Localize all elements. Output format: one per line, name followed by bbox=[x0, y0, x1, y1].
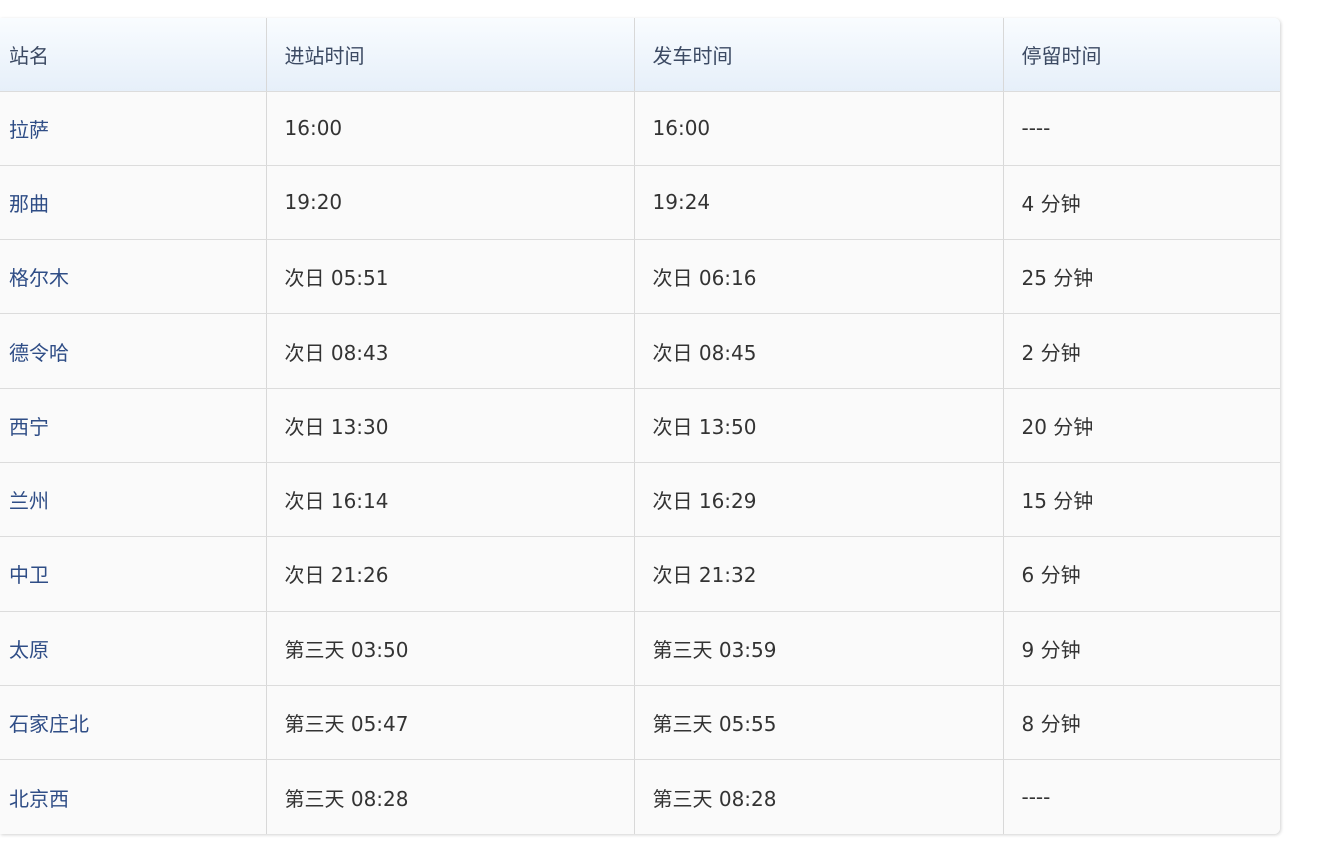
departure-time-cell: 次日 06:16 bbox=[634, 239, 1004, 315]
station-name-link[interactable]: 太原 bbox=[0, 611, 267, 686]
departure-time-cell: 第三天 08:28 bbox=[634, 759, 1004, 834]
stop-duration-cell: 15 分钟 bbox=[1003, 462, 1280, 538]
departure-time-cell: 16:00 bbox=[634, 91, 1004, 166]
station-name-link[interactable]: 那曲 bbox=[0, 165, 267, 241]
station-name-link[interactable]: 德令哈 bbox=[0, 313, 267, 389]
column-header-arrival-time: 进站时间 bbox=[266, 18, 635, 92]
station-name-link[interactable]: 北京西 bbox=[0, 759, 267, 834]
stop-duration-cell: 20 分钟 bbox=[1003, 388, 1280, 463]
arrival-time-cell: 次日 05:51 bbox=[266, 239, 635, 315]
table-row: 拉萨 16:00 16:00 ---- bbox=[0, 91, 1280, 166]
arrival-time-cell: 次日 13:30 bbox=[266, 388, 635, 463]
station-name-link[interactable]: 中卫 bbox=[0, 536, 267, 612]
train-schedule-table-container: 站名 进站时间 发车时间 停留时间 拉萨 16:00 16:00 ---- 那曲… bbox=[0, 18, 1280, 834]
departure-time-cell: 第三天 05:55 bbox=[634, 685, 1004, 761]
stop-duration-cell: 9 分钟 bbox=[1003, 611, 1280, 686]
departure-time-cell: 19:24 bbox=[634, 165, 1004, 241]
table-row: 德令哈 次日 08:43 次日 08:45 2 分钟 bbox=[0, 313, 1280, 389]
stop-duration-cell: 4 分钟 bbox=[1003, 165, 1280, 241]
column-header-stop-duration: 停留时间 bbox=[1003, 18, 1280, 92]
departure-time-cell: 次日 21:32 bbox=[634, 536, 1004, 612]
table-body: 拉萨 16:00 16:00 ---- 那曲 19:20 19:24 4 分钟 … bbox=[0, 91, 1280, 834]
departure-time-cell: 次日 16:29 bbox=[634, 462, 1004, 538]
table-row: 太原 第三天 03:50 第三天 03:59 9 分钟 bbox=[0, 611, 1280, 686]
table-row: 那曲 19:20 19:24 4 分钟 bbox=[0, 165, 1280, 241]
arrival-time-cell: 第三天 03:50 bbox=[266, 611, 635, 686]
departure-time-cell: 次日 08:45 bbox=[634, 313, 1004, 389]
table-row: 石家庄北 第三天 05:47 第三天 05:55 8 分钟 bbox=[0, 685, 1280, 761]
table-row: 北京西 第三天 08:28 第三天 08:28 ---- bbox=[0, 759, 1280, 834]
stop-duration-cell: 25 分钟 bbox=[1003, 239, 1280, 315]
table-header-row: 站名 进站时间 发车时间 停留时间 bbox=[0, 18, 1280, 92]
station-name-link[interactable]: 格尔木 bbox=[0, 239, 267, 315]
train-schedule-table: 站名 进站时间 发车时间 停留时间 拉萨 16:00 16:00 ---- 那曲… bbox=[0, 18, 1280, 834]
departure-time-cell: 第三天 03:59 bbox=[634, 611, 1004, 686]
table-row: 格尔木 次日 05:51 次日 06:16 25 分钟 bbox=[0, 239, 1280, 315]
arrival-time-cell: 16:00 bbox=[266, 91, 635, 166]
stop-duration-cell: ---- bbox=[1021, 785, 1051, 810]
station-name-link[interactable]: 石家庄北 bbox=[0, 685, 267, 761]
table-row: 中卫 次日 21:26 次日 21:32 6 分钟 bbox=[0, 536, 1280, 612]
station-name-link[interactable]: 拉萨 bbox=[0, 91, 267, 166]
column-header-station: 站名 bbox=[0, 18, 267, 92]
arrival-time-cell: 第三天 08:28 bbox=[266, 759, 635, 834]
stop-duration-cell: 8 分钟 bbox=[1003, 685, 1280, 761]
table-header: 站名 进站时间 发车时间 停留时间 bbox=[0, 18, 1280, 92]
stop-duration-cell: ---- bbox=[1003, 91, 1280, 166]
arrival-time-cell: 第三天 05:47 bbox=[266, 685, 635, 761]
stop-duration-cell: 6 分钟 bbox=[1003, 536, 1280, 612]
station-name-link[interactable]: 西宁 bbox=[0, 388, 267, 463]
station-name-link[interactable]: 兰州 bbox=[0, 462, 267, 538]
stop-duration-cell: 2 分钟 bbox=[1003, 313, 1280, 389]
arrival-time-cell: 次日 08:43 bbox=[266, 313, 635, 389]
table-row: 兰州 次日 16:14 次日 16:29 15 分钟 bbox=[0, 462, 1280, 538]
table-row: 西宁 次日 13:30 次日 13:50 20 分钟 bbox=[0, 388, 1280, 463]
arrival-time-cell: 19:20 bbox=[266, 165, 635, 241]
arrival-time-cell: 次日 16:14 bbox=[266, 462, 635, 538]
arrival-time-cell: 次日 21:26 bbox=[266, 536, 635, 612]
column-header-departure-time: 发车时间 bbox=[634, 18, 1004, 92]
departure-time-cell: 次日 13:50 bbox=[634, 388, 1004, 463]
